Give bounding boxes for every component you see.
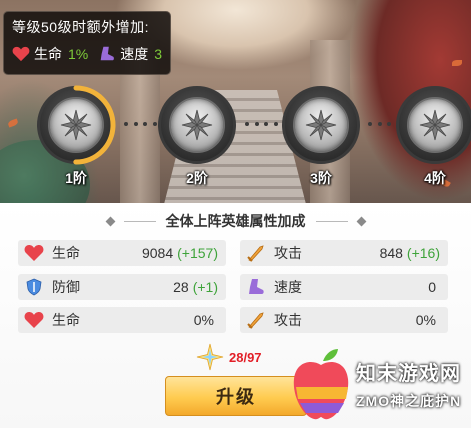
tooltip-hp-value: 1% [68,46,89,62]
divider [315,220,348,222]
tooltip-speed-value: 3 [154,46,163,62]
star-crystal-icon [196,343,224,371]
emblem-icon [60,109,92,141]
stat-name: 生命 [52,245,80,261]
tier-label-4: 4阶 [424,170,446,186]
stat-name: 速度 [274,279,302,295]
tooltip-stats: 生命 1% 速度 3 [12,44,162,64]
stat-name: 攻击 [274,245,302,261]
emblem-icon [419,109,451,141]
heart-icon [12,46,30,62]
stat-name: 防御 [52,279,80,295]
upgrade-cost-count: 28/97 [229,349,262,365]
tooltip-hp-label: 生命 [34,46,62,62]
stat-bonus: (+157) [177,245,218,261]
tier-label-1: 1阶 [65,170,87,186]
emblem-icon [305,109,337,141]
tier-connector [245,122,287,126]
stat-value: 0 [428,279,436,295]
watermark: 知末游戏网 ZMO神之庇护N [280,345,471,428]
stat-value: 28 (+1) [173,279,218,295]
stat-row-hp: 生命 9084 (+157) [18,240,226,266]
upgrade-cost: 28/97 [195,343,262,371]
heart-icon [24,312,44,328]
diamond-icon [105,216,115,226]
stat-value: 0% [193,312,214,328]
boot-icon [100,46,115,61]
apple-logo-icon [293,349,349,420]
stat-value: 848 (+16) [379,245,440,261]
tier-track: 1阶 2阶 3阶 4阶 [0,80,471,190]
tier-badge-4[interactable] [396,86,471,164]
panel-title: 全体上阵英雄属性加成 [165,213,306,229]
boot-icon [249,279,264,294]
heart-icon [24,245,44,261]
panel-title-bar: 全体上阵英雄属性加成 [0,211,471,231]
tier-label-2: 2阶 [186,170,208,186]
stat-row-speed: 速度 0 [240,274,448,300]
stat-row-hp-percent: 生命 0% [18,307,226,333]
leaf [452,60,462,66]
tooltip-title: 等级50级时额外增加: [12,19,149,35]
stat-name: 攻击 [274,312,302,328]
stat-row-attack: 攻击 848 (+16) [240,240,448,266]
stat-row-attack-percent: 攻击 0% [240,307,448,333]
stat-value: 0% [415,312,436,328]
tooltip-speed-label: 速度 [120,46,149,62]
emblem-icon [181,109,213,141]
diamond-icon [356,216,366,226]
divider [123,220,156,222]
sword-icon [247,312,264,329]
stat-bonus: (+16) [406,245,440,261]
sword-icon [247,245,264,262]
watermark-brand: 知末游戏网 [356,363,461,385]
watermark-sub: ZMO神之庇护N [356,393,462,409]
tier-label-3: 3阶 [310,170,332,186]
stat-row-defense: 防御 28 (+1) [18,274,226,300]
stat-value: 9084 (+157) [141,245,218,261]
tier-badge-2[interactable] [158,86,236,164]
level-bonus-tooltip: 等级50级时额外增加: 生命 1% 速度 3 [3,11,171,75]
stat-name: 生命 [52,312,80,328]
shield-icon [26,278,42,296]
stat-bonus: (+1) [192,279,218,295]
tier-badge-1[interactable] [36,85,116,165]
tier-badge-3[interactable] [282,86,360,164]
